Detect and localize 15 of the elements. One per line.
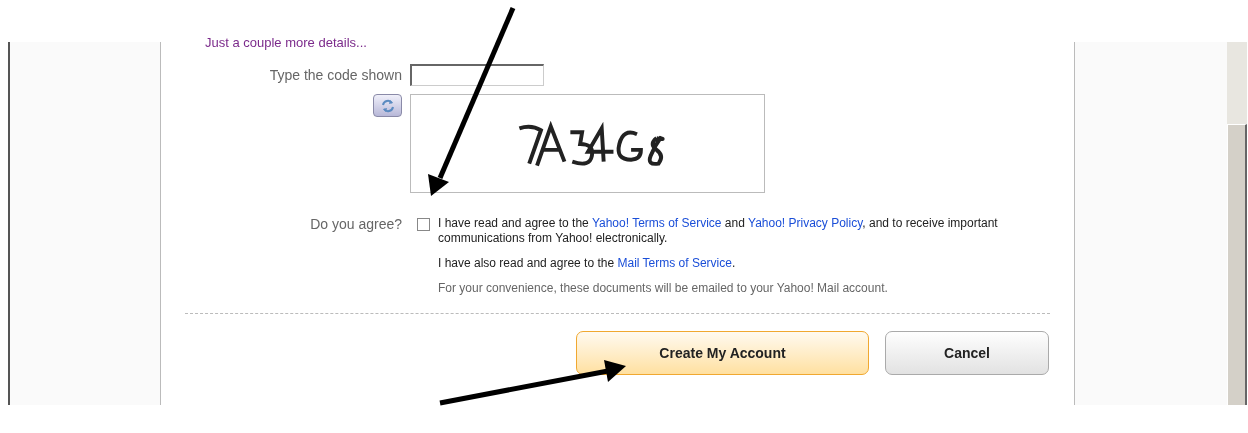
field-label: Do you agree? (310, 215, 402, 234)
refresh-button[interactable] (373, 94, 402, 117)
create-account-button[interactable]: Create My Account (576, 331, 869, 375)
scrollbar-thumb[interactable] (1227, 124, 1247, 405)
section-heading: Just a couple more details... (205, 36, 367, 50)
agreement-text: For your convenience, these documents will be emailed to your Yahoo! Mail account. (438, 281, 889, 296)
agreement-text: I have read and agree to the Yahoo! Terms of Service and Yahoo! Privacy Policy, and to receive important communications from Yahoo! electronically. (438, 216, 999, 246)
terms-link[interactable]: Mail Terms of Service (617, 256, 732, 270)
terms-link[interactable]: Yahoo! Terms of Service (591, 216, 722, 230)
cancel-button[interactable]: Cancel (885, 331, 1049, 375)
field-label: Type the code shown (269, 65, 402, 85)
checkbox[interactable] (417, 218, 430, 231)
refresh-icon (379, 98, 396, 113)
agreement-text: I have also read and agree to the Mail Terms of Service. (438, 256, 737, 271)
code-field[interactable] (410, 64, 544, 86)
